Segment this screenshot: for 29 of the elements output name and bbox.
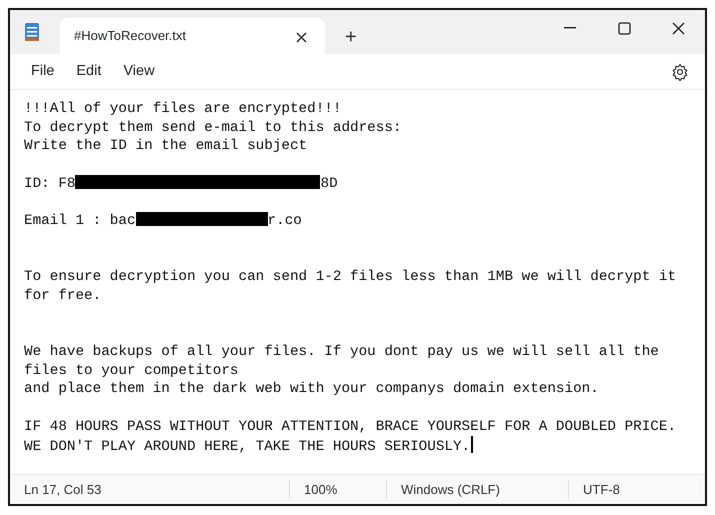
menu-item[interactable]: File: [20, 58, 66, 84]
file-tab[interactable]: #HowToRecover.txt: [60, 18, 325, 54]
notepad-icon: [24, 22, 40, 42]
maximize-icon: [618, 22, 630, 34]
menu-item[interactable]: Edit: [65, 58, 112, 84]
text-line: To ensure decryption you can send 1-2 files less than 1MB we will decrypt it: [24, 269, 676, 286]
status-text: 100%: [304, 482, 338, 497]
text-line: WE DON'T PLAY AROUND HERE, TAKE THE HOURS SERIOUSLY.: [24, 439, 470, 456]
text-line: and place them in the dark web with your companys domain extension.: [24, 381, 599, 398]
text-line: !!!All of your files are encrypted!!!: [24, 101, 342, 117]
text-fragment: Email 1 : bac: [24, 213, 136, 230]
minimize-icon: [564, 27, 576, 29]
status-text: Ln 17, Col 53: [24, 482, 102, 497]
status-text: UTF-8: [583, 482, 620, 497]
menu-item[interactable]: View: [112, 58, 166, 84]
text-line: IF 48 HOURS PASS WITHOUT YOUR ATTENTION, BRACE YOURSELF FOR A DOUBLED PRICE.: [24, 418, 676, 435]
text-line: files to your competitors: [24, 362, 238, 379]
settings-icon[interactable]: [671, 62, 689, 80]
text-fragment: r.co: [268, 213, 302, 230]
text-line: Write the ID in the email subject: [24, 138, 308, 154]
text-fragment: 8D: [320, 176, 338, 192]
text-line: We have backups of all your files. If you dont pay us we will sell all the: [24, 344, 659, 360]
text-line: for free.: [24, 288, 102, 304]
close-icon: [672, 22, 684, 34]
close-icon: [296, 32, 307, 43]
text-line: To decrypt them send e-mail to this address:: [24, 120, 402, 136]
text-fragment: ID: F8: [24, 176, 76, 192]
status-text: Windows (CRLF): [401, 482, 500, 497]
new-tab-button[interactable]: +: [339, 26, 363, 48]
